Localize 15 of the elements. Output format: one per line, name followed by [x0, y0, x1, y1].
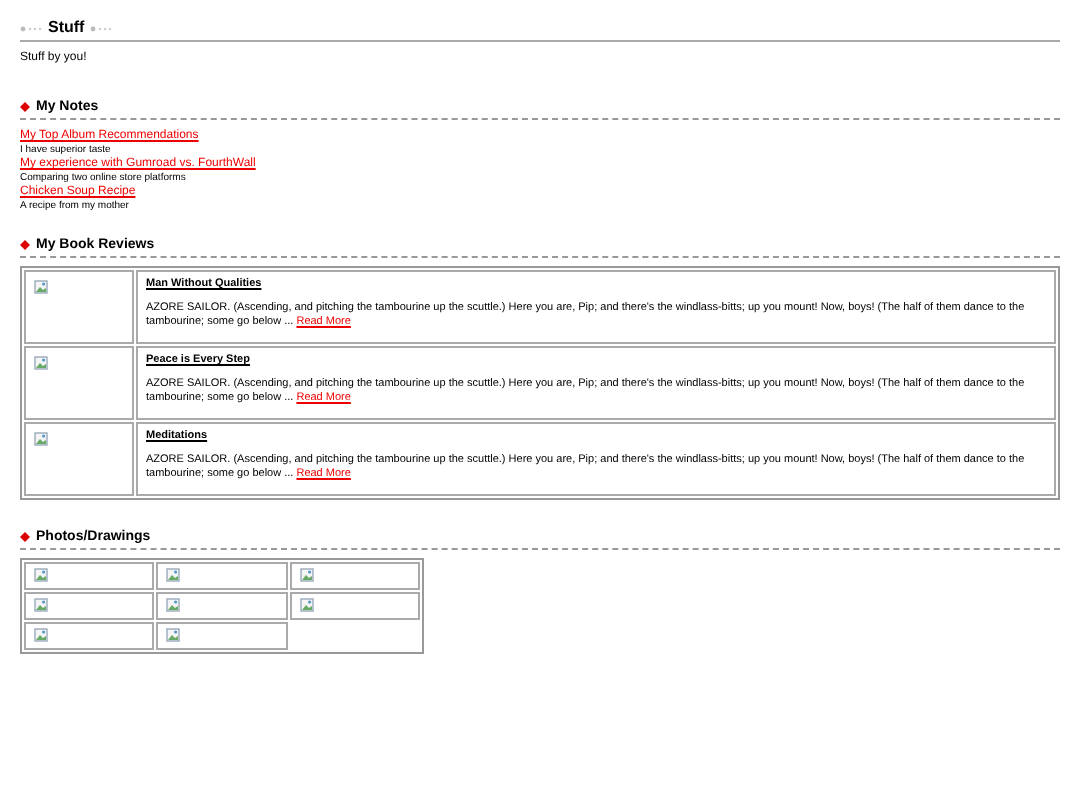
broken-image-icon	[166, 628, 181, 642]
broken-image-icon	[34, 356, 48, 370]
page-title: Stuff	[48, 18, 85, 38]
broken-image-icon	[166, 568, 181, 582]
broken-image-icon	[34, 432, 48, 446]
broken-image-icon	[34, 280, 48, 294]
diamond-bullet-icon	[20, 532, 30, 542]
broken-image-icon	[34, 628, 48, 642]
broken-image-icon	[166, 598, 181, 612]
broken-image-icon	[299, 598, 314, 612]
diamond-bullet-icon	[20, 240, 30, 250]
broken-image-icon	[34, 568, 48, 582]
broken-image-icon	[34, 598, 48, 612]
broken-image-icon	[299, 568, 314, 582]
diamond-bullet-icon	[20, 102, 30, 112]
